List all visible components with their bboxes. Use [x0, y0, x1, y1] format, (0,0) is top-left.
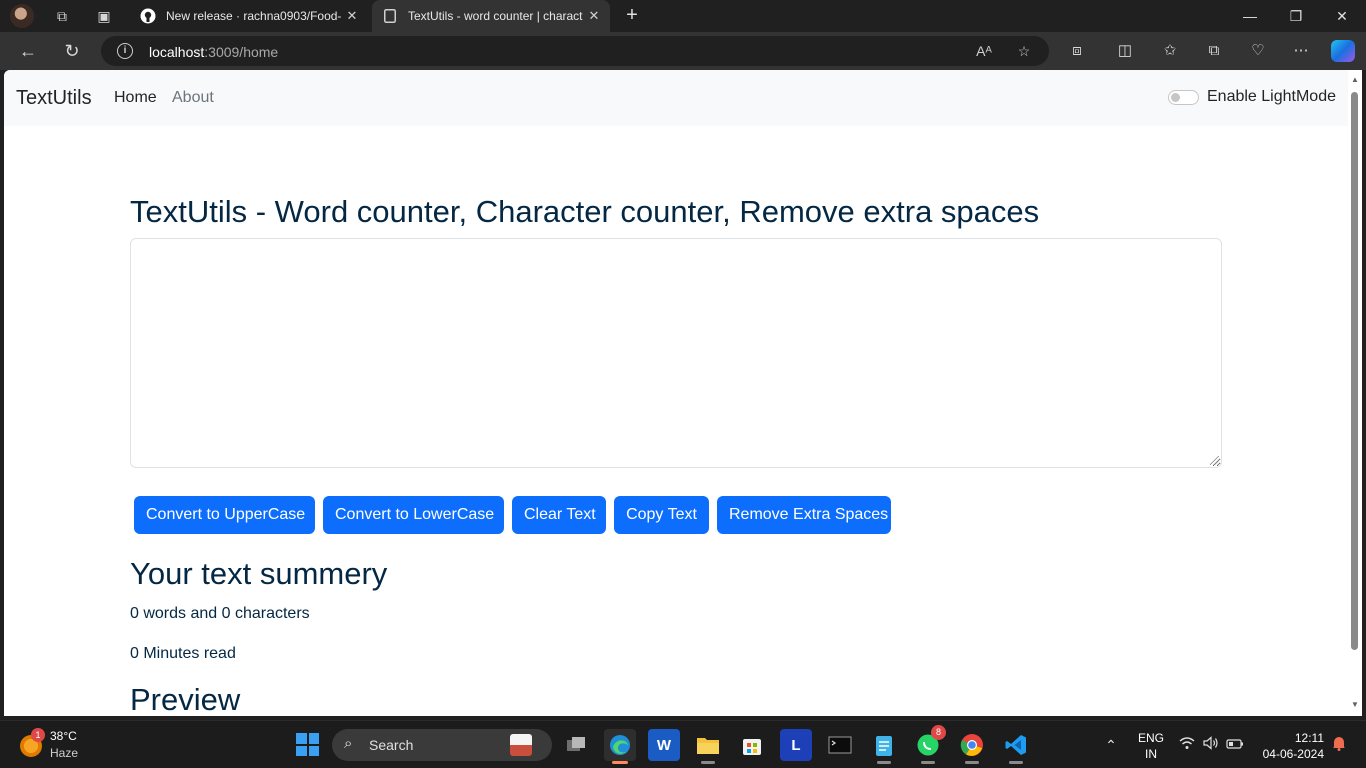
- weather-condition[interactable]: Haze: [50, 746, 78, 760]
- tab-close-icon[interactable]: ✕: [342, 8, 362, 24]
- textarea-resize-handle[interactable]: [1210, 456, 1219, 465]
- running-indicator: [1009, 761, 1023, 764]
- lightmode-label[interactable]: Enable LightMode: [1207, 88, 1336, 106]
- browser-toolbar: ← ↻ i localhost:3009/home Aᴬ ☆ ⧈ ◫ ✩ ⧉ ♡…: [0, 32, 1366, 70]
- refresh-icon[interactable]: ↻: [61, 40, 83, 62]
- region-code: IN: [1145, 747, 1157, 761]
- tab-title: New release · rachna0903/Food-: [166, 9, 342, 23]
- battery-icon[interactable]: [1225, 735, 1245, 755]
- text-input[interactable]: [130, 238, 1222, 468]
- tab-textutils[interactable]: TextUtils - word counter | charact ✕: [372, 0, 610, 32]
- page-title: TextUtils - Word counter, Character coun…: [130, 194, 1040, 229]
- search-highlight-icon: [510, 734, 532, 756]
- clear-text-button[interactable]: Clear Text: [512, 496, 606, 534]
- navbar-brand[interactable]: TextUtils: [16, 87, 92, 110]
- lowercase-button[interactable]: Convert to LowerCase: [323, 496, 504, 534]
- address-bar[interactable]: i localhost:3009/home Aᴬ ☆: [101, 36, 1049, 66]
- collections-icon[interactable]: ⧉: [1203, 40, 1225, 62]
- nav-link-about[interactable]: About: [172, 89, 214, 107]
- more-options-icon[interactable]: ⋯: [1290, 40, 1312, 62]
- chrome-icon[interactable]: [956, 729, 988, 764]
- url-host: localhost: [149, 44, 205, 60]
- address-url[interactable]: localhost:3009/home: [149, 44, 278, 60]
- microsoft-store-icon[interactable]: [736, 729, 768, 761]
- tab-title: TextUtils - word counter | charact: [408, 9, 583, 23]
- page-icon: [382, 8, 398, 24]
- language-code: ENG: [1138, 731, 1165, 745]
- workspaces-icon[interactable]: ⧉: [53, 7, 71, 25]
- tab-close-icon[interactable]: ✕: [584, 8, 604, 24]
- lightmode-toggle[interactable]: [1168, 90, 1199, 105]
- tab-github-release[interactable]: New release · rachna0903/Food- ✕: [130, 0, 368, 32]
- read-time: 0 Minutes read: [130, 645, 236, 662]
- edge-icon[interactable]: [604, 729, 636, 764]
- back-icon[interactable]: ←: [17, 40, 39, 62]
- profile-avatar[interactable]: [10, 4, 34, 28]
- clock-date: 04-06-2024: [1262, 747, 1324, 761]
- notification-bell-icon[interactable]: [1329, 735, 1349, 755]
- word-char-count: 0 words and 0 characters: [130, 605, 310, 622]
- word-icon[interactable]: W: [648, 729, 680, 761]
- terminal-icon[interactable]: [824, 729, 856, 761]
- start-windows-icon[interactable]: [296, 733, 319, 756]
- running-indicator: [965, 761, 979, 764]
- search-placeholder: Search: [369, 737, 414, 753]
- remove-extra-spaces-button[interactable]: Remove Extra Spaces: [717, 496, 891, 534]
- scroll-up-icon[interactable]: ▲: [1350, 75, 1360, 85]
- site-info-icon[interactable]: i: [117, 43, 133, 59]
- wifi-icon[interactable]: [1177, 735, 1197, 755]
- scroll-thumb[interactable]: [1351, 92, 1358, 650]
- uppercase-button[interactable]: Convert to UpperCase: [134, 496, 315, 534]
- extensions-icon[interactable]: ⧈: [1066, 40, 1088, 62]
- whatsapp-badge: 8: [931, 725, 946, 740]
- github-icon: [140, 8, 156, 24]
- navbar: TextUtils Home About Enable LightMode: [4, 70, 1348, 126]
- browser-essentials-icon[interactable]: ♡: [1247, 40, 1269, 62]
- split-screen-icon[interactable]: ◫: [1114, 40, 1136, 62]
- running-indicator: [921, 761, 935, 764]
- summary-heading: Your text summery: [130, 556, 388, 591]
- notepad-icon[interactable]: [868, 729, 900, 764]
- read-aloud-icon[interactable]: Aᴬ: [975, 42, 993, 60]
- taskbar-search[interactable]: ⌕ Search: [332, 729, 552, 761]
- volume-icon[interactable]: [1201, 735, 1221, 755]
- task-view-icon[interactable]: [560, 729, 592, 761]
- vertical-tabs-icon[interactable]: ▣: [95, 7, 113, 25]
- file-explorer-icon[interactable]: [692, 729, 724, 764]
- favorite-star-icon[interactable]: ☆: [1015, 42, 1033, 60]
- page-scrollbar[interactable]: ▲ ▼: [1348, 70, 1362, 716]
- copilot-icon[interactable]: [1331, 40, 1355, 62]
- copy-text-button[interactable]: Copy Text: [614, 496, 709, 534]
- scroll-down-icon[interactable]: ▼: [1350, 700, 1360, 710]
- preview-heading: Preview: [130, 682, 241, 716]
- search-icon: ⌕: [344, 735, 353, 752]
- l-app-icon[interactable]: L: [780, 729, 812, 761]
- new-tab-icon[interactable]: +: [620, 4, 644, 28]
- weather-temp[interactable]: 38°C: [50, 729, 77, 743]
- language-indicator[interactable]: ENG IN: [1138, 730, 1164, 762]
- windows-taskbar: 1 38°C Haze ⌕ Search W L 8 ⌃ ENG IN 12:1…: [0, 720, 1366, 768]
- close-window-icon[interactable]: ✕: [1319, 0, 1365, 32]
- favorites-icon[interactable]: ✩: [1159, 40, 1181, 62]
- page-viewport: TextUtils Home About Enable LightMode Te…: [4, 70, 1348, 716]
- browser-titlebar: ⧉ ▣ New release · rachna0903/Food- ✕ Tex…: [0, 0, 1366, 32]
- vscode-icon[interactable]: [1000, 729, 1032, 764]
- show-hidden-icons-icon[interactable]: ⌃: [1101, 735, 1121, 755]
- nav-link-home[interactable]: Home: [114, 89, 157, 107]
- url-path: :3009/home: [204, 44, 279, 60]
- clock-time: 12:11: [1294, 731, 1324, 745]
- weather-badge: 1: [31, 728, 45, 742]
- running-indicator: [701, 761, 715, 764]
- whatsapp-icon[interactable]: 8: [912, 725, 946, 764]
- running-indicator: [877, 761, 891, 764]
- system-clock[interactable]: 12:11 04-06-2024: [1258, 730, 1324, 762]
- active-indicator: [612, 761, 628, 764]
- toggle-knob: [1171, 93, 1180, 102]
- restore-icon[interactable]: ❐: [1273, 0, 1319, 32]
- minimize-icon[interactable]: —: [1227, 0, 1273, 32]
